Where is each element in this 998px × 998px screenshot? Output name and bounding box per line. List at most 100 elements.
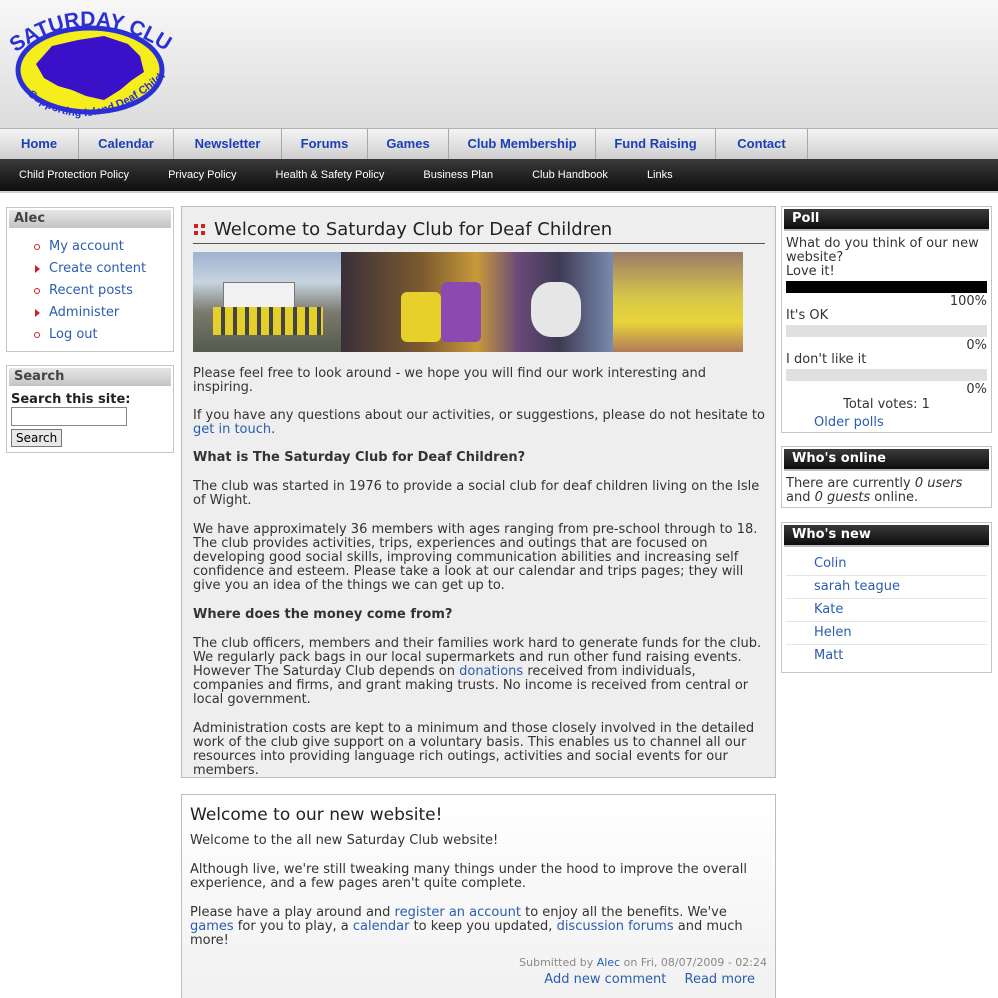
poll-total: Total votes: 1 [843,397,930,412]
news-status: Although live, we're still tweaking many… [190,862,747,891]
funding-paragraph: The club officers, members and their fam… [193,636,762,707]
article-title: Welcome to Saturday Club for Deaf Childr… [214,219,613,240]
user-menu: My account Create content Recent posts A… [7,236,173,346]
subnav-business-plan[interactable]: Business Plan [423,159,493,191]
search-input[interactable] [11,407,127,426]
subnav-health-safety[interactable]: Health & Safety Policy [276,159,385,191]
primary-nav: Home Calendar Newsletter Forums Games Cl… [0,128,998,160]
poll-choice: Love it! 100% [786,265,987,309]
nav-newsletter[interactable]: Newsletter [174,129,282,159]
list-item: sarah teague [786,576,987,599]
menu-my-account[interactable]: My account [7,236,173,258]
calendar-link[interactable]: calendar [353,919,410,934]
triangle-bullet-icon [35,265,40,273]
circle-bullet-icon [34,244,40,250]
menu-create-content[interactable]: Create content [7,258,173,280]
poll-question: What do you think of our new website? [786,236,979,265]
get-in-touch-link[interactable]: get in touch [193,422,271,437]
site-header: SATURDAY CLUB Supporting Island Deaf Chi… [0,0,998,129]
poll-choice: It's OK 0% [786,309,987,353]
menu-administer[interactable]: Administer [7,302,173,324]
photo-group-van [193,252,341,352]
nav-forums[interactable]: Forums [282,129,368,159]
poll-title: Poll [784,209,989,231]
nav-club-membership[interactable]: Club Membership [449,129,596,159]
poll-choice: I don't like it 0% [786,353,987,397]
poll-bar-fill [786,281,987,293]
title-bullet-icon [194,224,205,235]
circle-bullet-icon [34,332,40,338]
nav-calendar[interactable]: Calendar [79,129,174,159]
new-user-link[interactable]: Kate [814,602,843,617]
news-title[interactable]: Welcome to our new website! [190,805,442,825]
add-comment-link[interactable]: Add new comment [544,972,666,987]
main-article: Welcome to Saturday Club for Deaf Childr… [181,206,776,778]
forums-link[interactable]: discussion forums [557,919,674,934]
menu-administer-label[interactable]: Administer [49,305,119,320]
poll-choice-percent: 0% [966,338,987,353]
games-link[interactable]: games [190,919,234,934]
nav-home[interactable]: Home [0,129,79,159]
new-user-link[interactable]: Matt [814,648,843,663]
poll-bar-track [786,325,987,337]
whos-online-text: There are currently 0 users and 0 guests… [786,476,963,505]
contact-paragraph: If you have any questions about our acti… [193,408,765,437]
members-paragraph: We have approximately 36 members with ag… [193,522,758,593]
list-item: Helen [786,622,987,645]
intro-paragraph: Please feel free to look around - we hop… [193,366,707,395]
section-heading-about: What is The Saturday Club for Deaf Child… [193,450,526,465]
poll-bar-track [786,281,987,293]
search-block-title: Search [9,368,171,386]
poll-block: Poll What do you think of our new websit… [781,206,992,433]
whos-new-title: Who's new [784,525,989,547]
search-button[interactable]: Search [11,429,63,447]
menu-log-out[interactable]: Log out [7,324,173,346]
author-link[interactable]: Alec [597,956,620,969]
section-heading-money: Where does the money come from? [193,607,453,622]
nav-fund-raising[interactable]: Fund Raising [596,129,716,159]
circle-bullet-icon [34,288,40,294]
menu-log-out-label[interactable]: Log out [49,327,98,342]
menu-recent-posts-label[interactable]: Recent posts [49,283,133,298]
menu-create-content-label[interactable]: Create content [49,261,146,276]
new-user-link[interactable]: Helen [814,625,852,640]
subnav-privacy-policy[interactable]: Privacy Policy [168,159,236,191]
user-menu-block: Alec My account Create content Recent po… [6,207,174,352]
triangle-bullet-icon [35,309,40,317]
subnav-club-handbook[interactable]: Club Handbook [532,159,608,191]
read-more-link[interactable]: Read more [685,972,755,987]
whos-online-block: Who's online There are currently 0 users… [781,446,992,508]
poll-bar-track [786,369,987,381]
whos-online-title: Who's online [784,449,989,471]
list-item: Colin [786,553,987,576]
older-polls-link[interactable]: Older polls [814,415,884,430]
menu-recent-posts[interactable]: Recent posts [7,280,173,302]
news-invite: Please have a play around and register a… [190,905,743,948]
nav-contact[interactable]: Contact [716,129,808,159]
admin-costs-paragraph: Administration costs are kept to a minim… [193,721,755,778]
photo-activities [341,252,613,352]
list-item: Kate [786,599,987,622]
nav-games[interactable]: Games [368,129,449,159]
subnav-links[interactable]: Links [647,159,673,191]
photo-group-yellow [613,252,743,352]
new-user-link[interactable]: Colin [814,556,847,571]
photo-banner [193,252,743,352]
whos-new-block: Who's new Colin sarah teague Kate Helen … [781,522,992,673]
search-label: Search this site: [11,392,131,407]
poll-choices: Love it! 100% It's OK 0% I don't like it… [786,265,987,397]
user-block-title: Alec [9,210,171,228]
donations-link[interactable]: donations [459,664,523,679]
poll-choice-percent: 100% [949,294,987,309]
subnav-child-protection[interactable]: Child Protection Policy [19,159,129,191]
news-article: Welcome to our new website! Welcome to t… [181,794,776,998]
history-paragraph: The club was started in 1976 to provide … [193,479,760,508]
site-logo[interactable]: SATURDAY CLUB Supporting Island Deaf Chi… [0,0,176,126]
article-links: Add new comment Read more [544,972,755,987]
submitted-info: Submitted by Alec on Fri, 08/07/2009 - 0… [519,956,767,969]
poll-choice-label: It's OK [786,308,829,323]
register-link[interactable]: register an account [395,905,521,920]
menu-my-account-label[interactable]: My account [49,239,124,254]
new-user-link[interactable]: sarah teague [814,579,900,594]
poll-choice-percent: 0% [966,382,987,397]
